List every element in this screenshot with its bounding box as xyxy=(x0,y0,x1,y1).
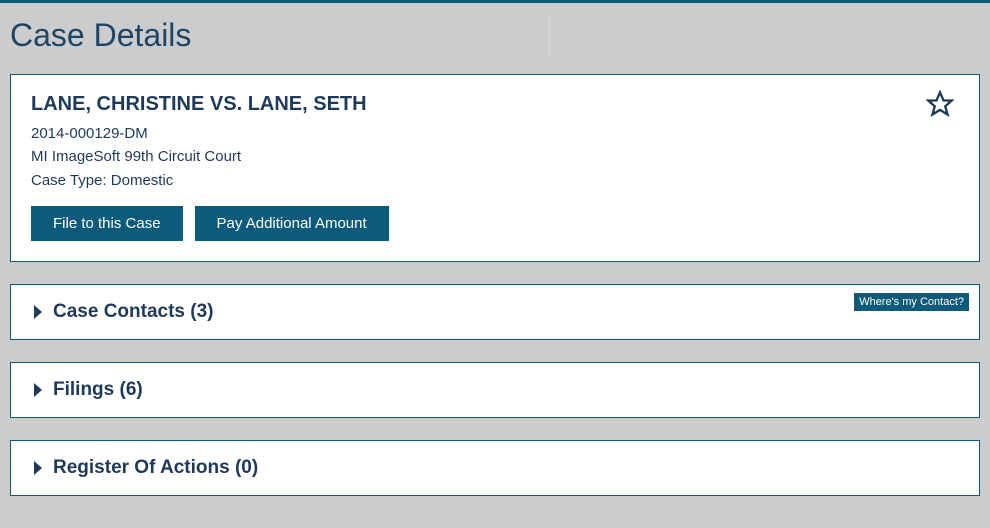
page-title: Case Details xyxy=(10,3,980,74)
register-of-actions-section: Register Of Actions (0) xyxy=(10,440,980,496)
pay-additional-button[interactable]: Pay Additional Amount xyxy=(195,206,389,241)
case-meta: 2014-000129-DM MI ImageSoft 99th Circuit… xyxy=(31,122,959,192)
filings-title: Filings (6) xyxy=(53,379,143,401)
register-of-actions-header[interactable]: Register Of Actions (0) xyxy=(31,457,959,479)
file-to-case-button[interactable]: File to this Case xyxy=(31,206,183,241)
case-summary-card: LANE, CHRISTINE VS. LANE, SETH 2014-0001… xyxy=(10,74,980,262)
case-contacts-section: Where's my Contact? Case Contacts (3) xyxy=(10,284,980,340)
page-title-text: Case Details xyxy=(10,17,191,53)
case-title: LANE, CHRISTINE VS. LANE, SETH xyxy=(31,93,959,116)
register-of-actions-title: Register Of Actions (0) xyxy=(53,457,258,479)
title-divider xyxy=(549,13,550,58)
action-button-row: File to this Case Pay Additional Amount xyxy=(31,206,959,241)
page-container: Case Details LANE, CHRISTINE VS. LANE, S… xyxy=(0,0,990,496)
chevron-right-icon xyxy=(31,459,45,477)
case-number: 2014-000129-DM xyxy=(31,122,959,145)
case-type: Case Type: Domestic xyxy=(31,169,959,192)
case-contacts-header[interactable]: Case Contacts (3) xyxy=(31,301,959,323)
favorite-star-icon[interactable] xyxy=(926,90,954,118)
filings-header[interactable]: Filings (6) xyxy=(31,379,959,401)
chevron-right-icon xyxy=(31,303,45,321)
filings-section: Filings (6) xyxy=(10,362,980,418)
chevron-right-icon xyxy=(31,381,45,399)
court-name: MI ImageSoft 99th Circuit Court xyxy=(31,145,959,168)
wheres-my-contact-link[interactable]: Where's my Contact? xyxy=(854,293,969,311)
case-contacts-title: Case Contacts (3) xyxy=(53,301,214,323)
